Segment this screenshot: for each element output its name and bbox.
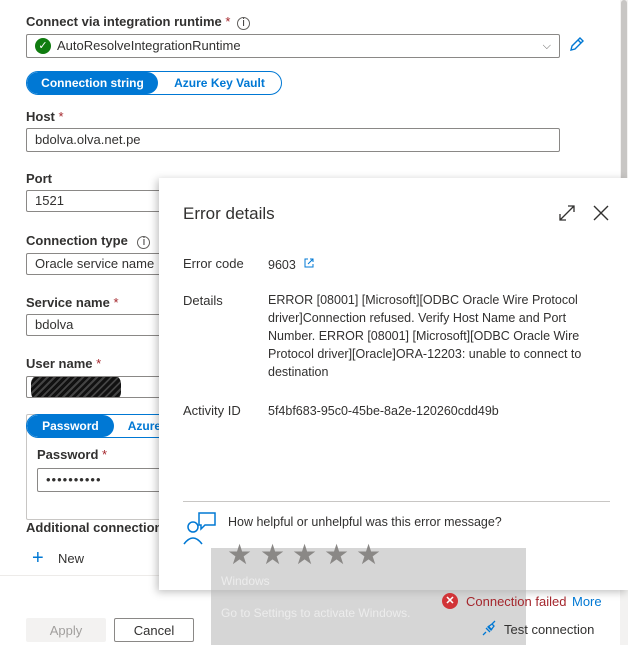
panel-title: Error details <box>183 204 275 223</box>
tab-azure-key-vault[interactable]: Azure Key Vault <box>158 72 281 94</box>
password-label-text: Password <box>37 447 99 462</box>
star-icon[interactable]: ★ <box>356 538 381 571</box>
connection-type-label: Connection type i <box>26 233 151 249</box>
tab-connection-string[interactable]: Connection string <box>27 72 158 94</box>
runtime-value: AutoResolveIntegrationRuntime <box>57 38 241 53</box>
service-name-label: Service name * <box>26 295 119 310</box>
host-label-text: Host <box>26 109 55 124</box>
credential-type-toggle[interactable]: Password Azure <box>26 414 176 438</box>
star-icon[interactable]: ★ <box>227 538 252 571</box>
details-line: Protocol driver][Oracle]ORA-12203: unabl… <box>268 347 582 361</box>
info-icon[interactable]: i <box>237 17 251 30</box>
test-connection-button[interactable]: Test connection <box>504 622 594 637</box>
activity-id-label: Activity ID <box>183 403 241 418</box>
info-icon[interactable]: i <box>137 236 151 249</box>
watermark-line1: Windows <box>221 574 270 588</box>
tab-password[interactable]: Password <box>27 415 114 437</box>
close-icon[interactable] <box>591 203 611 223</box>
password-label: Password * <box>37 447 107 462</box>
required-mark: * <box>58 109 64 124</box>
edit-icon[interactable] <box>567 34 587 54</box>
auth-source-toggle[interactable]: Connection string Azure Key Vault <box>26 71 282 95</box>
plus-icon[interactable]: + <box>32 548 44 568</box>
panel-divider <box>183 501 610 502</box>
scrollbar-thumb[interactable] <box>621 0 627 200</box>
details-text: ERROR [08001] [Microsoft][ODBC Oracle Wi… <box>268 291 608 381</box>
port-input[interactable]: 1521 <box>26 190 176 212</box>
watermark-line2: Go to Settings to activate Windows. <box>221 606 411 620</box>
details-line: destination <box>268 365 329 379</box>
redaction-scribble <box>31 377 121 397</box>
user-name-label-text: User name <box>26 356 93 371</box>
connection-type-select[interactable]: Oracle service name <box>26 253 176 275</box>
chevron-down-icon: ⌵ <box>542 40 551 52</box>
service-name-label-text: Service name <box>26 295 110 310</box>
runtime-select[interactable]: ✓ AutoResolveIntegrationRuntime ⌵ <box>26 34 560 58</box>
runtime-label: Connect via integration runtime * i <box>26 14 251 30</box>
apply-button[interactable]: Apply <box>26 618 106 642</box>
required-mark: * <box>96 356 102 371</box>
runtime-label-text: Connect via integration runtime <box>26 14 222 29</box>
feedback-question: How helpful or unhelpful was this error … <box>228 515 502 529</box>
user-name-input[interactable] <box>26 376 176 398</box>
connection-status: Connection failed <box>466 594 567 609</box>
expand-icon[interactable] <box>557 203 577 223</box>
error-code-value[interactable]: 9603 <box>268 258 296 272</box>
error-details-panel: Error details Error code 9603 Details ER… <box>159 178 628 590</box>
external-link-icon[interactable] <box>303 256 315 274</box>
new-button[interactable]: New <box>58 551 84 566</box>
details-line: driver]Connection refused. Verify Host N… <box>268 311 567 325</box>
error-code-link[interactable]: 9603 <box>268 256 315 274</box>
user-name-label: User name * <box>26 356 101 371</box>
service-name-input[interactable]: bdolva <box>26 314 176 336</box>
details-line: ERROR [08001] [Microsoft][ODBC Oracle Wi… <box>268 293 578 307</box>
host-label: Host * <box>26 109 64 124</box>
check-circle-icon: ✓ <box>35 38 51 54</box>
required-mark: * <box>113 295 119 310</box>
star-icon[interactable]: ★ <box>292 538 317 571</box>
required-mark: * <box>102 447 108 462</box>
error-code-label: Error code <box>183 256 244 271</box>
star-icon[interactable]: ★ <box>260 538 285 571</box>
plug-icon[interactable] <box>480 620 498 638</box>
required-mark: * <box>225 14 231 29</box>
connection-type-label-text: Connection type <box>26 233 128 248</box>
host-input[interactable]: bdolva.olva.net.pe <box>26 128 560 152</box>
details-label: Details <box>183 293 223 308</box>
activity-id-value: 5f4bf683-95c0-45be-8a2e-120260cdd49b <box>268 404 499 418</box>
star-icon[interactable]: ★ <box>324 538 349 571</box>
feedback-person-icon <box>183 511 217 545</box>
cancel-button[interactable]: Cancel <box>114 618 194 642</box>
details-line: Number. ERROR [08001] [Microsoft][ODBC O… <box>268 329 580 343</box>
error-circle-icon: ✕ <box>442 593 458 609</box>
port-label: Port <box>26 171 52 186</box>
additional-connection-label: Additional connection <box>26 520 163 535</box>
password-input[interactable]: •••••••••• <box>37 468 176 492</box>
more-link[interactable]: More <box>572 594 602 609</box>
